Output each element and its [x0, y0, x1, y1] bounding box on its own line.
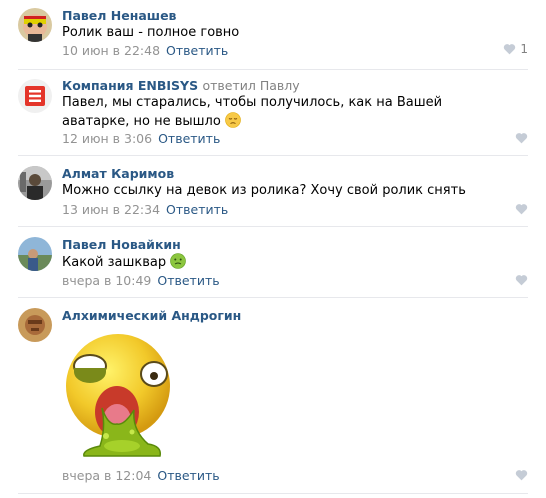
vomiting-face-sticker[interactable] [62, 328, 174, 458]
comment-author: Компания ENBISYS ответил Павлу [62, 78, 300, 93]
comment-author: Павел Новайкин [62, 237, 181, 252]
comment-text: Какой зашквар [62, 253, 512, 272]
separator [18, 493, 528, 494]
comment-5: Алхимический Андрогин вчера в 12:04 Отве… [0, 298, 546, 498]
reply-button[interactable]: Ответить [166, 202, 228, 217]
like-count: 1 [520, 42, 528, 56]
heart-icon [515, 275, 528, 286]
like-button[interactable]: 1 [503, 42, 528, 56]
avatar[interactable] [18, 8, 52, 42]
heart-icon [515, 204, 528, 215]
avatar-image [18, 8, 52, 42]
comment-1: Павел Ненашев Ролик ваш - полное говно 1… [0, 0, 546, 70]
comment-2: Компания ENBISYS ответил Павлу Павел, мы… [0, 70, 546, 156]
reply-button[interactable]: Ответить [166, 43, 228, 58]
like-button[interactable] [515, 274, 528, 286]
author-name[interactable]: Компания ENBISYS [62, 78, 198, 93]
author-name[interactable]: Алхимический Андрогин [62, 308, 241, 323]
comment-meta: 13 июн в 22:34 Ответить [62, 202, 228, 217]
comment-date[interactable]: 12 июн в 3:06 [62, 131, 152, 146]
author-name[interactable]: Алмат Каримов [62, 166, 174, 181]
comment-date[interactable]: вчера в 10:49 [62, 273, 151, 288]
comment-text: Ролик ваш - полное говно [62, 25, 240, 40]
comment-meta: 12 июн в 3:06 Ответить [62, 131, 220, 146]
comment-author[interactable]: Павел Ненашев [62, 8, 176, 23]
heart-icon [515, 470, 528, 481]
comment-date[interactable]: вчера в 12:04 [62, 468, 151, 483]
heart-icon [515, 133, 528, 144]
comment-meta: 10 июн в 22:48 Ответить [62, 43, 228, 58]
reply-button[interactable]: Ответить [157, 468, 219, 483]
nauseated-emoji-icon [170, 253, 187, 269]
comment-author: Алмат Каримов [62, 166, 174, 181]
pensive-emoji-icon [225, 112, 241, 128]
like-button[interactable] [515, 132, 528, 144]
author-name[interactable]: Павел Ненашев [62, 8, 176, 23]
company-logo-avatar [18, 79, 52, 113]
comment-author: Алхимический Андрогин [62, 308, 241, 323]
comment-meta: вчера в 10:49 Ответить [62, 273, 220, 288]
comment-text: Можно ссылку на девок из ролика? Хочу св… [62, 183, 466, 198]
comment-meta: вчера в 12:04 Ответить [62, 468, 220, 483]
like-button[interactable] [515, 203, 528, 215]
avatar[interactable] [18, 79, 52, 113]
author-name[interactable]: Павел Новайкин [62, 237, 181, 252]
avatar-image [18, 308, 52, 342]
sticker-icon [66, 334, 170, 457]
avatar[interactable] [18, 237, 52, 271]
comment-3: Алмат Каримов Можно ссылку на девок из р… [0, 156, 546, 227]
comment-text-content: Павел, мы старались, чтобы получилось, к… [62, 95, 443, 129]
avatar-image [18, 166, 52, 200]
reply-to-label[interactable]: ответил Павлу [202, 78, 299, 93]
like-button[interactable] [515, 469, 528, 481]
comment-date[interactable]: 10 июн в 22:48 [62, 43, 160, 58]
comment-date[interactable]: 13 июн в 22:34 [62, 202, 160, 217]
comment-4: Павел Новайкин Какой зашквар вчера в 10:… [0, 227, 546, 298]
avatar[interactable] [18, 166, 52, 200]
reply-button[interactable]: Ответить [158, 131, 220, 146]
comment-text: Павел, мы старались, чтобы получилось, к… [62, 94, 512, 131]
comment-text-content: Какой зашквар [62, 255, 167, 270]
reply-button[interactable]: Ответить [157, 273, 219, 288]
avatar-image [18, 237, 52, 271]
avatar[interactable] [18, 308, 52, 342]
heart-icon [504, 44, 516, 55]
